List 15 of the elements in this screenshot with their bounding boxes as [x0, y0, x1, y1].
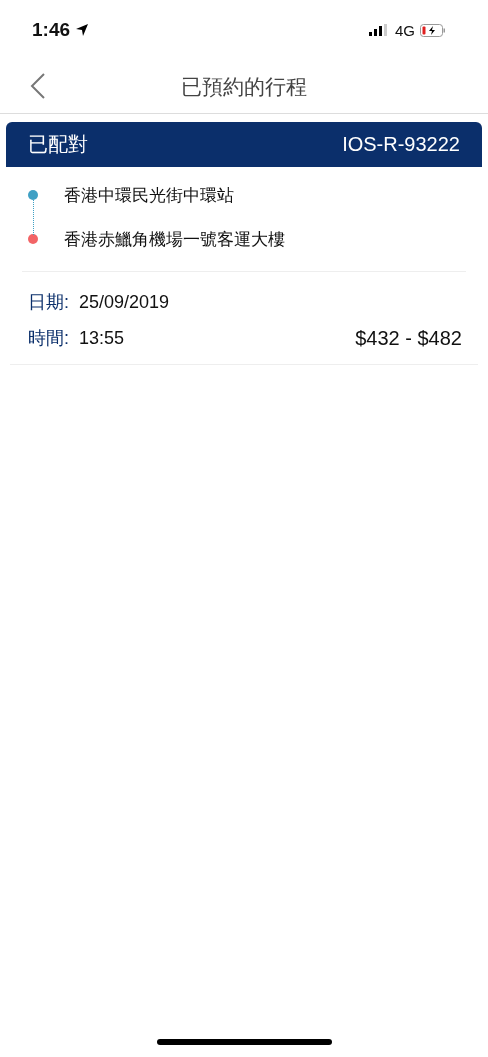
location-arrow-icon — [75, 23, 90, 37]
stop-name: 香港中環民光街中環站 — [64, 184, 234, 207]
status-time: 1:46 — [32, 19, 71, 41]
signal-icon — [369, 24, 387, 36]
time-label: 時間: — [28, 327, 69, 350]
date-label: 日期: — [28, 291, 69, 314]
booking-reference: IOS-R-93222 — [342, 133, 460, 156]
stop-name: 香港赤鱲角機場一號客運大樓 — [64, 228, 285, 251]
price-range: $432 - $482 — [355, 326, 462, 350]
battery-charging-icon — [420, 23, 446, 37]
booking-status: 已配對 — [28, 132, 88, 157]
network-label: 4G — [395, 21, 415, 39]
time-value: 13:55 — [79, 327, 125, 349]
date-value: 25/09/2019 — [79, 291, 170, 313]
page-title: 已預約的行程 — [181, 73, 307, 100]
